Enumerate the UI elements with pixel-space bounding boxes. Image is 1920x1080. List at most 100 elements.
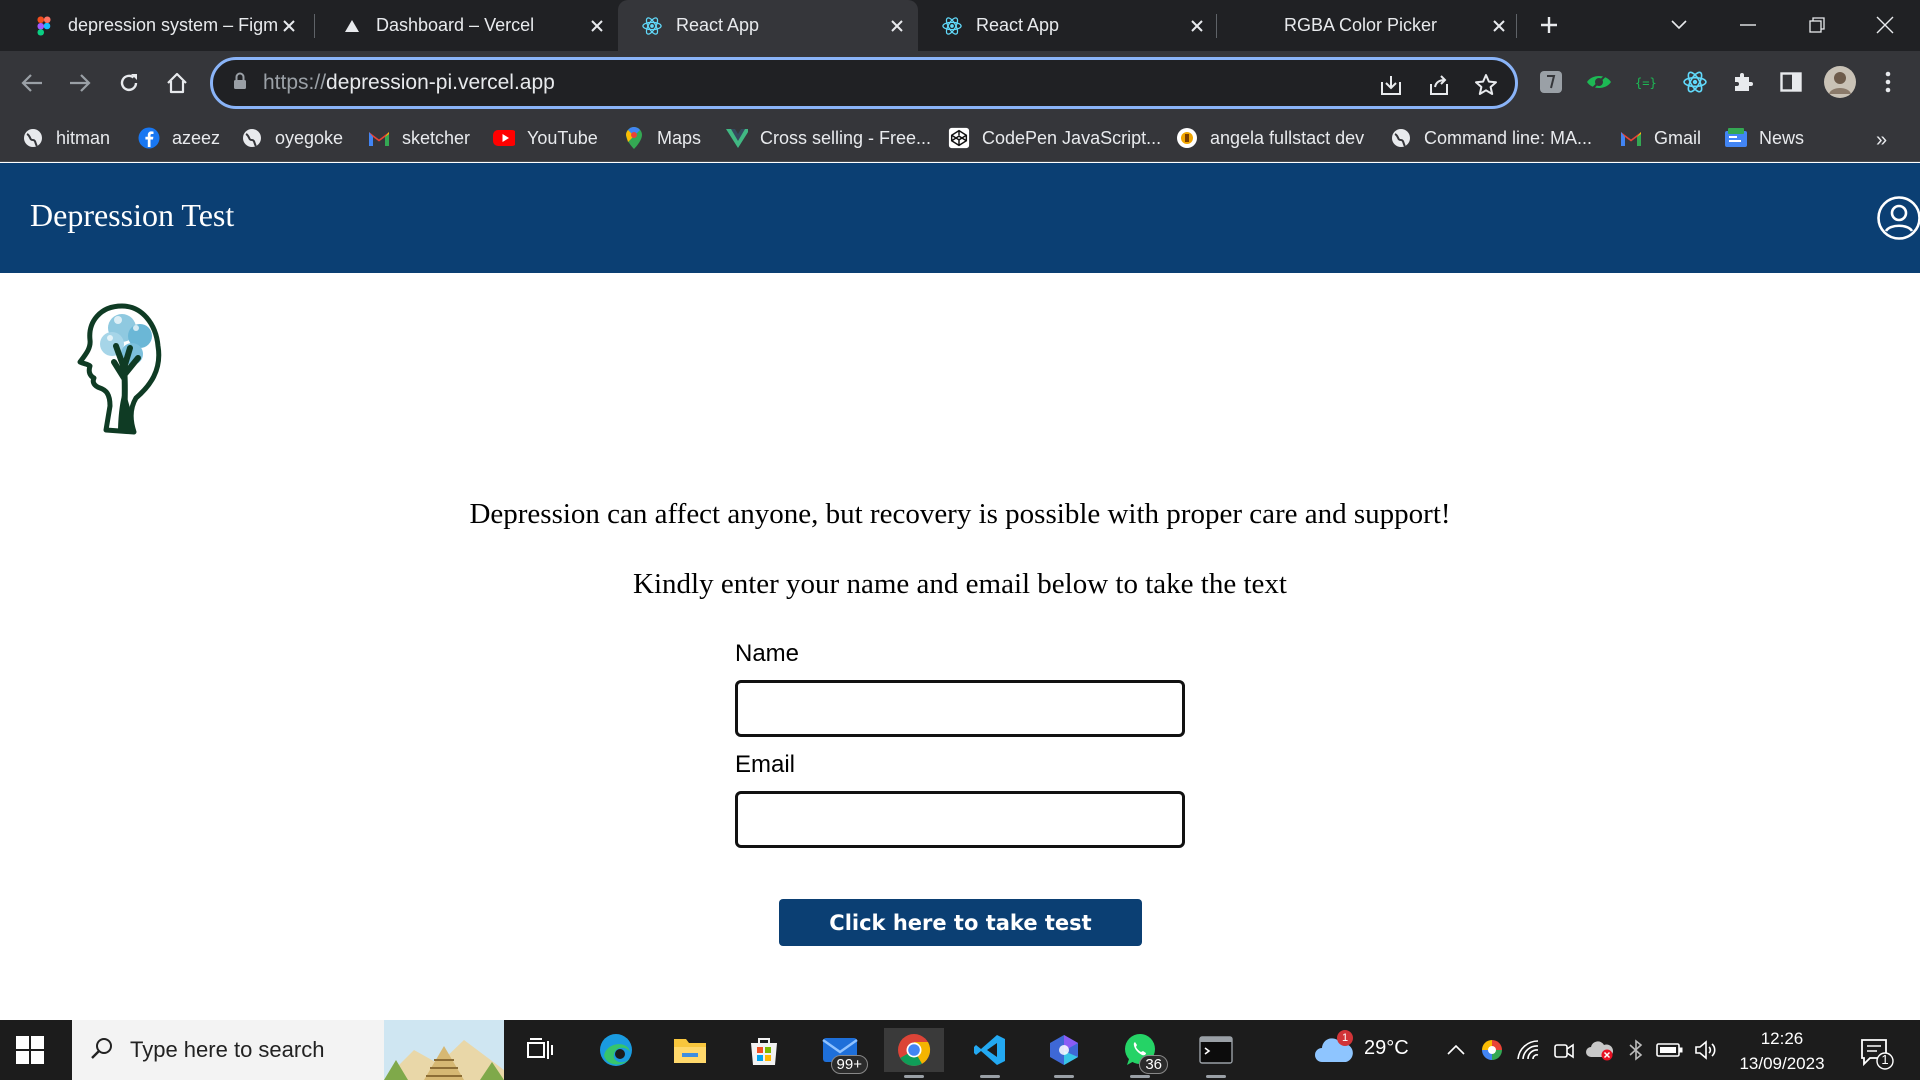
close-icon[interactable] [1186, 15, 1208, 37]
file-explorer-icon[interactable] [660, 1028, 720, 1072]
tab-separator [1216, 14, 1217, 38]
account-circle-icon[interactable] [1876, 195, 1920, 241]
vue-icon [726, 127, 748, 149]
tab-search-chevron-icon[interactable] [1664, 10, 1694, 40]
bookmark-youtube[interactable]: YouTube [493, 123, 598, 153]
close-icon[interactable] [886, 15, 908, 37]
bookmark-label: sketcher [402, 127, 471, 148]
gmail-icon [368, 127, 390, 149]
bookmark-star-icon[interactable] [1473, 72, 1499, 98]
volume-icon[interactable] [1692, 1036, 1720, 1064]
clock-time: 12:26 [1760, 1029, 1804, 1048]
task-view-icon[interactable] [510, 1028, 570, 1072]
close-icon[interactable] [586, 15, 608, 37]
bookmark-cross-selling[interactable]: Cross selling - Free... [726, 123, 931, 153]
close-icon[interactable] [278, 15, 300, 37]
chrome-icon[interactable] [884, 1028, 944, 1078]
bookmark-azeez[interactable]: azeez [138, 123, 220, 153]
udemy-icon [1176, 127, 1198, 149]
codepen-icon [948, 127, 970, 149]
onedrive-error-icon[interactable] [1586, 1036, 1614, 1064]
tab-react-app[interactable]: React App [918, 0, 1218, 51]
react-icon [942, 16, 962, 36]
tab-separator [1516, 14, 1517, 38]
bookmark-maps[interactable]: Maps [623, 123, 701, 153]
share-icon[interactable] [1426, 72, 1452, 98]
youtube-icon [493, 127, 515, 149]
wifi-icon[interactable] [1514, 1036, 1542, 1064]
bookmark-codepen[interactable]: CodePen JavaScript... [948, 123, 1161, 153]
vercel-icon [342, 16, 362, 36]
globe-icon [22, 127, 44, 149]
install-app-icon[interactable] [1378, 72, 1404, 98]
taskbar-search-box[interactable]: Type here to search [72, 1020, 504, 1080]
facebook-icon [138, 127, 160, 149]
back-arrow-icon[interactable] [15, 66, 49, 100]
tab-title: Dashboard – Vercel [376, 15, 535, 35]
tab-rgba-color-picker[interactable]: RGBA Color Picker [1220, 0, 1520, 51]
profile-avatar[interactable] [1824, 66, 1856, 98]
edge-icon[interactable] [586, 1028, 646, 1072]
mail-unread-badge: 99+ [830, 1055, 868, 1074]
bookmark-hitman[interactable]: hitman [22, 123, 110, 153]
forward-arrow-icon[interactable] [63, 66, 97, 100]
extension-green-eye-icon[interactable] [1585, 68, 1613, 96]
clock-date: 13/09/2023 [1739, 1054, 1825, 1073]
tab-vercel[interactable]: Dashboard – Vercel [318, 0, 618, 51]
blank-page-icon [1250, 16, 1270, 36]
bookmark-label: azeez [172, 127, 221, 148]
lock-icon[interactable] [233, 72, 247, 95]
address-bar[interactable]: https://depression-pi.vercel.app [210, 57, 1518, 109]
instruction-text: Kindly enter your name and email below t… [633, 568, 1287, 600]
menu-kebab-icon[interactable] [1874, 68, 1902, 96]
system-clock[interactable]: 12:26 13/09/2023 [1726, 1026, 1838, 1076]
bookmark-label: CodePen JavaScript... [982, 127, 1162, 148]
vscode-icon[interactable] [960, 1028, 1020, 1078]
react-devtools-icon[interactable] [1681, 68, 1709, 96]
terminal-icon[interactable] [1186, 1028, 1246, 1078]
bluetooth-icon[interactable] [1622, 1036, 1650, 1064]
microsoft-store-icon[interactable] [734, 1028, 794, 1072]
windows-taskbar: Type here to search 99+ 36 1 29°C 12:26 … [0, 1020, 1920, 1080]
new-tab-plus-icon[interactable] [1534, 10, 1564, 40]
bookmark-sketcher[interactable]: sketcher [368, 123, 470, 153]
window-close-icon[interactable] [1870, 10, 1900, 40]
reload-icon[interactable] [112, 66, 146, 100]
name-input[interactable] [735, 680, 1185, 737]
minimize-icon[interactable] [1733, 10, 1763, 40]
bing-chat-icon[interactable] [1034, 1028, 1094, 1078]
bookmark-command-line[interactable]: Command line: MA... [1390, 123, 1592, 153]
more-bookmarks-chevron[interactable]: » [1876, 129, 1887, 152]
search-highlight-illustration [384, 1020, 504, 1080]
meet-now-icon[interactable] [1550, 1036, 1578, 1064]
notification-center-icon[interactable]: 1 [1858, 1034, 1894, 1070]
color-wheel-icon[interactable] [1478, 1036, 1506, 1064]
bookmark-gmail[interactable]: Gmail [1620, 123, 1701, 153]
tab-react-app-active[interactable]: React App [618, 0, 918, 51]
extension-json-icon[interactable]: {=} [1633, 68, 1661, 96]
extensions-puzzle-icon[interactable] [1729, 68, 1757, 96]
close-icon[interactable] [1488, 15, 1510, 37]
battery-charging-icon[interactable] [1656, 1036, 1684, 1064]
email-input[interactable] [735, 791, 1185, 848]
weather-widget[interactable]: 1 29°C [1314, 1030, 1409, 1066]
bookmark-label: angela fullstact dev [1210, 127, 1365, 148]
bookmark-label: YouTube [527, 127, 598, 148]
restore-icon[interactable] [1802, 10, 1832, 40]
bookmark-label: hitman [56, 127, 111, 148]
windows-start-icon[interactable] [14, 1034, 46, 1066]
extension-grey-icon[interactable] [1537, 68, 1565, 96]
bookmark-news[interactable]: News [1725, 123, 1804, 153]
home-icon[interactable] [160, 66, 194, 100]
mail-icon[interactable]: 99+ [810, 1028, 870, 1074]
bookmarks-bar: hitman azeez oyegoke sketcher YouTube Ma… [0, 115, 1920, 162]
take-test-button[interactable]: Click here to take test [779, 899, 1142, 946]
tab-figma[interactable]: depression system – Figma [10, 0, 310, 51]
url-host: depression-pi.vercel.app [326, 71, 555, 94]
bookmark-angela[interactable]: angela fullstact dev [1176, 123, 1364, 153]
whatsapp-icon[interactable]: 36 [1110, 1028, 1170, 1078]
side-panel-icon[interactable] [1777, 68, 1805, 96]
bookmark-oyegoke[interactable]: oyegoke [241, 123, 343, 153]
search-placeholder: Type here to search [130, 1037, 325, 1062]
show-hidden-icons-chevron[interactable] [1442, 1036, 1470, 1064]
